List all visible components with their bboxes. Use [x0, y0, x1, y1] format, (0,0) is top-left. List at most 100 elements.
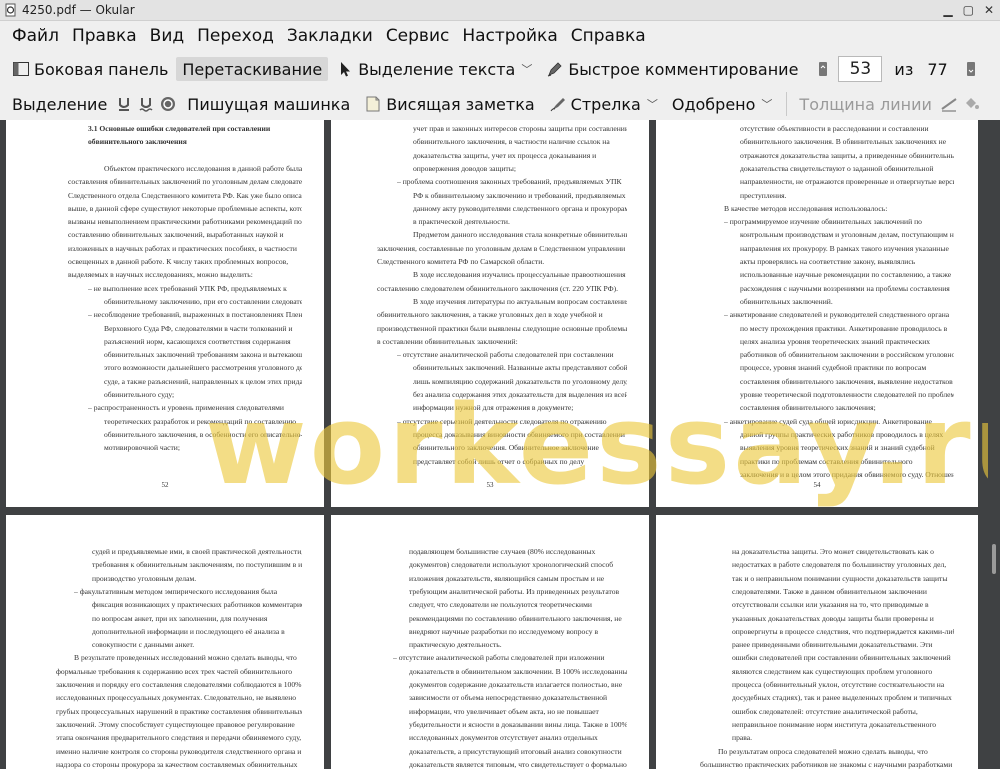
text-line: По результатам опроса следователей можно… — [718, 746, 928, 756]
text-line: обвинительного заключения. В обвинительн… — [740, 137, 947, 147]
stamp-icon[interactable] — [159, 95, 177, 113]
sidebar-label: Боковая панель — [34, 59, 169, 79]
watermark-text: workessay.ru — [205, 381, 1000, 509]
text-line: в составлении обвинительных заключений: — [377, 336, 518, 346]
menu-help[interactable]: Справка — [565, 26, 652, 46]
sidebar-button[interactable]: Боковая панель — [6, 57, 174, 81]
text-line: контрольным производствам и уголовным де… — [740, 230, 954, 240]
quick-comment-button[interactable]: Быстрое комментирование — [540, 57, 804, 81]
minimize-icon[interactable]: ▁ — [943, 0, 952, 20]
text-line: направленности, не отражаются проверенны… — [740, 177, 954, 187]
text-line: исследованных документов отсутствует ана… — [409, 733, 598, 743]
text-line: большинство практических работников не з… — [700, 759, 953, 769]
document-page-57[interactable]: на доказательства защиты. Это может свид… — [656, 515, 978, 769]
text-line: этапа окончания предварительного следств… — [56, 733, 302, 743]
text-line: документов содержание доказательств изла… — [409, 680, 623, 689]
text-line: именно наличие контроля со стороны руков… — [56, 746, 302, 756]
text-line: рекомендациями по составлению обвинитель… — [409, 613, 622, 623]
underline-icon[interactable] — [115, 95, 133, 113]
text-line: направления их прокурору. В рамках таког… — [740, 243, 949, 253]
text-line: указанных доказательствах доводы защиты … — [732, 613, 934, 623]
chevron-down-icon[interactable]: ﹀ — [761, 96, 772, 112]
text-line: внедряют научные разработки по исследуем… — [409, 626, 599, 636]
text-line: Верховного Суда РФ, следователями в част… — [104, 323, 293, 333]
menu-edit[interactable]: Правка — [66, 26, 143, 46]
menu-bookmarks[interactable]: Закладки — [281, 26, 379, 46]
text-line: – несоблюдение требований, выраженных в … — [88, 310, 302, 320]
text-line: этого возможности дальнейшего рассмотрен… — [104, 363, 302, 373]
drag-mode-button[interactable]: Перетаскивание — [176, 57, 329, 81]
document-page-55[interactable]: судей и предъявляемые ими, в своей практ… — [6, 515, 324, 769]
text-line: В ходе изучения литературы по актуальным… — [413, 296, 627, 306]
next-page-icon[interactable] — [966, 60, 976, 78]
vertical-scrollbar[interactable] — [988, 120, 1000, 769]
main-toolbar: Боковая панель Перетаскивание Выделение … — [0, 52, 1000, 86]
typewriter-button[interactable]: Пишущая машинка — [181, 92, 356, 116]
text-line: Следственного отдела Следственного комит… — [68, 190, 302, 200]
menu-go[interactable]: Переход — [191, 26, 280, 46]
text-line: следует, что следователи не пользуются т… — [409, 600, 592, 610]
line-width-label: Толщина линии — [799, 94, 932, 114]
line-color-icon[interactable] — [940, 95, 958, 113]
page-text: подавляющем большинстве случаев (80% исс… — [331, 543, 649, 769]
text-line: Предметом данного исследования стала кон… — [413, 230, 627, 240]
close-icon[interactable]: ✕ — [984, 0, 994, 20]
quick-comment-label: Быстрое комментирование — [568, 59, 799, 79]
text-line: совокупности с данными анкет. — [92, 640, 195, 650]
previous-page-icon[interactable] — [818, 60, 828, 78]
text-select-button[interactable]: Выделение текста ﹀ — [330, 57, 538, 81]
text-line: отсутствовали ссылки или указания на то,… — [732, 600, 929, 610]
menu-file[interactable]: Файл — [6, 26, 65, 46]
text-line: составления обвинительных заключений по … — [68, 177, 302, 187]
text-line: формальные требования к содержанию всех … — [56, 666, 293, 676]
sticky-note-button[interactable]: Висящая заметка — [358, 92, 540, 116]
fill-color-icon[interactable] — [962, 95, 980, 113]
text-line: использованные научные рекомендации по с… — [740, 270, 952, 280]
text-line: досудебных стадиях), так и ранее выделен… — [732, 693, 952, 703]
scrollbar-thumb[interactable] — [992, 544, 996, 574]
text-line: процессе, уровня знаний судебной практик… — [740, 363, 927, 373]
arrow-label: Стрелка — [570, 94, 641, 114]
document-page-56[interactable]: подавляющем большинстве случаев (80% исс… — [331, 515, 649, 769]
maximize-icon[interactable]: ▢ — [963, 0, 974, 20]
text-line: доказательств является типовым, что свид… — [409, 759, 627, 769]
text-line: подавляющем большинстве случаев (80% исс… — [409, 547, 596, 556]
approved-stamp-button[interactable]: Одобрено ﹀ — [666, 92, 779, 116]
text-line: практическую деятельность. — [409, 640, 502, 650]
text-line: обвинительных заключений. — [740, 296, 833, 306]
document-view[interactable]: 3.1 Основные ошибки следователей при сос… — [0, 120, 1000, 769]
text-line: заключений. Этому способствует существую… — [56, 719, 295, 729]
text-line: заключения и порядку его составления сле… — [56, 680, 302, 689]
arrow-button[interactable]: Стрелка ﹀ — [543, 92, 664, 116]
okular-app-icon — [5, 3, 16, 17]
page-total-label: 77 — [927, 59, 948, 79]
text-line: на доказательства защиты. Это может свид… — [732, 547, 934, 556]
text-line: В качестве методов исследования использо… — [724, 203, 888, 213]
text-line: обвинительных заключений требованиям зак… — [104, 350, 302, 360]
note-icon — [366, 96, 380, 112]
text-line: акты проверялись на соответствие закону,… — [740, 257, 916, 266]
text-line: разъяснений норм, касающихся соответстви… — [104, 336, 291, 346]
toolbar-separator — [786, 92, 788, 116]
text-line: следователями. Также в данном обвинитель… — [732, 586, 927, 596]
title-bar: 4250.pdf — Okular ▁ ▢ ✕ — [0, 0, 1000, 21]
menu-tools[interactable]: Сервис — [380, 26, 456, 46]
text-line: права. — [732, 733, 752, 743]
text-line: по вопросам анкет, при их заполнении, дл… — [92, 613, 268, 623]
text-line: расхождения с научными воззрениями на пр… — [740, 283, 950, 293]
page-number-input[interactable]: 53 — [838, 56, 883, 82]
text-line: изложенных в научных работах и практичес… — [68, 243, 297, 253]
brush-icon — [550, 98, 565, 112]
text-line: производственной практики были выявлены … — [377, 323, 627, 333]
text-line: в практической деятельности. — [413, 217, 510, 227]
highlight-button[interactable]: Выделение — [6, 92, 113, 116]
line-width-button[interactable]: Толщина линии — [793, 92, 938, 116]
menu-bar: Файл Правка Вид Переход Закладки Сервис … — [0, 21, 1000, 51]
text-line: дополнительной информации и последующего… — [92, 626, 285, 636]
squiggly-underline-icon[interactable] — [137, 95, 155, 113]
chevron-down-icon[interactable]: ﹀ — [521, 61, 532, 77]
chevron-down-icon[interactable]: ﹀ — [647, 96, 658, 112]
menu-settings[interactable]: Настройка — [456, 26, 563, 46]
menu-view[interactable]: Вид — [144, 26, 190, 46]
text-line: – анкетирование следователей и руководит… — [724, 310, 950, 320]
